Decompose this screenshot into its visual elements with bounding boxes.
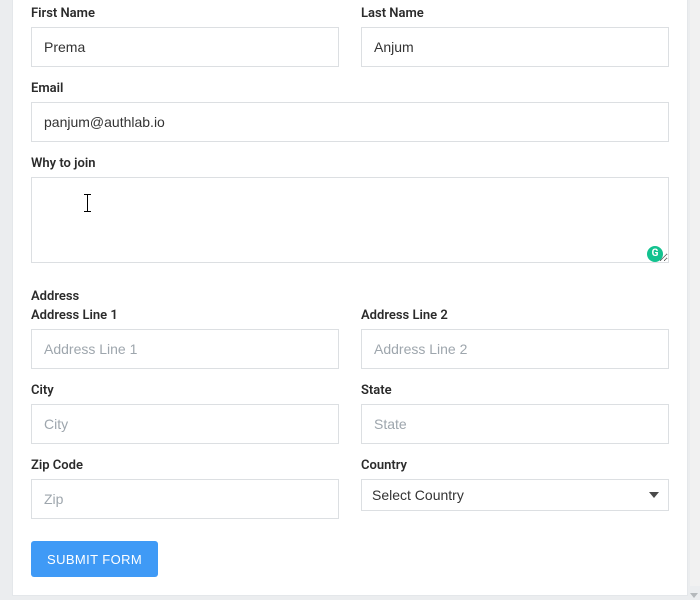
last-name-input[interactable] [361, 27, 669, 67]
form-viewport: First Name Last Name Email Why to join G… [0, 0, 700, 600]
last-name-label: Last Name [361, 6, 669, 21]
address-line1-input[interactable] [31, 329, 339, 369]
zip-input[interactable] [31, 479, 339, 519]
why-join-textarea[interactable] [31, 177, 669, 263]
scroll-down-icon[interactable] [690, 593, 698, 598]
why-join-wrap: G [31, 177, 669, 267]
email-input[interactable] [31, 102, 669, 142]
address-line2-label: Address Line 2 [361, 308, 669, 323]
address-line2-input[interactable] [361, 329, 669, 369]
state-label: State [361, 383, 669, 398]
email-label: Email [31, 81, 669, 96]
country-select[interactable]: Select Country [361, 479, 669, 511]
address-section-label: Address [31, 289, 669, 304]
zip-label: Zip Code [31, 458, 339, 473]
first-name-input[interactable] [31, 27, 339, 67]
submit-button[interactable]: SUBMIT FORM [31, 541, 158, 577]
first-name-label: First Name [31, 6, 339, 21]
country-select-wrap: Select Country [361, 479, 669, 511]
city-label: City [31, 383, 339, 398]
country-label: Country [361, 458, 669, 473]
form-card: First Name Last Name Email Why to join G… [12, 0, 688, 596]
address-line1-label: Address Line 1 [31, 308, 339, 323]
why-join-label: Why to join [31, 156, 669, 171]
city-input[interactable] [31, 404, 339, 444]
scrollbar-track[interactable] [690, 0, 700, 586]
state-input[interactable] [361, 404, 669, 444]
